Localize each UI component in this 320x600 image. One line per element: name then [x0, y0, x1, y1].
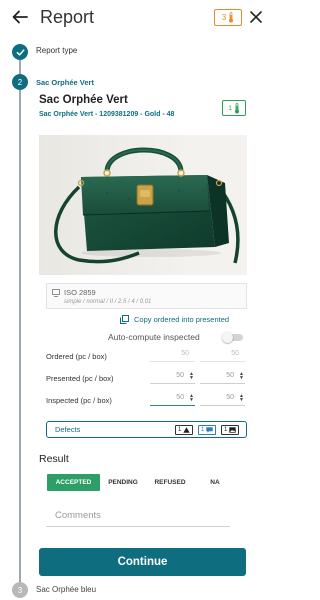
defect-image-button[interactable]: 1 — [221, 425, 239, 435]
step-2-marker: 2 — [12, 74, 28, 90]
thermometer-icon — [234, 102, 239, 113]
ordered-label: Ordered (pc / box) — [46, 352, 107, 361]
iso-title: ISO 2859 — [64, 288, 96, 297]
comment-icon — [206, 427, 213, 433]
warning-triangle-icon — [183, 427, 190, 433]
step-3-marker: 3 — [12, 582, 28, 598]
product-badge-count: 1 — [228, 104, 232, 112]
copy-ordered-button[interactable]: Copy ordered into presented — [120, 313, 229, 325]
sampling-icon — [52, 289, 60, 297]
result-na-label: NA — [210, 479, 220, 486]
step-1-label[interactable]: Report type — [36, 46, 77, 55]
continue-label: Continue — [117, 556, 168, 568]
defect-warning-button[interactable]: 1 — [175, 425, 193, 435]
stepper-line — [19, 90, 21, 582]
presented-box-value: 50 — [226, 372, 234, 379]
temperature-badge-count: 3 — [221, 13, 227, 22]
step-1-done-marker — [12, 44, 28, 60]
inspected-box-field[interactable]: 50 ▲ ▼ — [200, 394, 245, 406]
step-2-number: 2 — [17, 77, 23, 87]
step-2-label[interactable]: Sac Orphée Vert — [36, 78, 94, 87]
iso-details: simple / normal / II / 2.5 / 4 / 0.01 — [64, 299, 152, 305]
inspected-label: Inspected (pc / box) — [46, 396, 112, 405]
presented-label: Presented (pc / box) — [46, 374, 114, 383]
result-accepted-label: ACCEPTED — [55, 479, 92, 486]
result-refused-label: REFUSED — [154, 479, 186, 486]
comments-field[interactable]: Comments — [46, 501, 230, 527]
ordered-box-field: 50 — [200, 350, 245, 362]
stepper-arrows-icon[interactable]: ▲ ▼ — [189, 394, 194, 403]
result-na-button[interactable]: NA — [202, 474, 228, 491]
temperature-badge[interactable]: 3 — [214, 9, 242, 26]
defect-warning-count: 1 — [178, 427, 182, 433]
toggle-knob — [222, 332, 233, 343]
close-icon[interactable] — [249, 10, 263, 24]
defects-bar[interactable]: Defects 1 1 1 — [46, 421, 247, 438]
continue-button[interactable]: Continue — [39, 548, 246, 576]
auto-compute-label: Auto-compute inspected — [108, 332, 200, 342]
result-pending-button[interactable]: PENDING — [103, 474, 143, 491]
iso-sampling-box: ISO 2859 simple / normal / II / 2.5 / 4 … — [46, 283, 247, 309]
result-pending-label: PENDING — [108, 479, 138, 486]
thermometer-icon — [229, 12, 234, 23]
product-temperature-badge[interactable]: 1 — [222, 100, 246, 116]
result-refused-button[interactable]: REFUSED — [149, 474, 191, 491]
stepper-arrows-icon[interactable]: ▲ ▼ — [239, 372, 244, 381]
presented-box-field[interactable]: 50 ▲ ▼ — [200, 372, 245, 384]
green-handbag-image — [39, 135, 247, 275]
copy-ordered-label: Copy ordered into presented — [134, 314, 230, 324]
ordered-box-value: 50 — [231, 350, 239, 357]
product-title: Sac Orphée Vert — [39, 94, 128, 106]
result-accepted-button[interactable]: ACCEPTED — [47, 474, 100, 491]
stepper-arrows-icon[interactable]: ▲ ▼ — [189, 372, 194, 381]
ordered-pc-field: 50 — [150, 350, 195, 362]
ordered-pc-value: 50 — [181, 350, 189, 357]
inspected-box-value: 50 — [226, 394, 234, 401]
page-title: Report — [40, 7, 95, 27]
step-3-label[interactable]: Sac Orphée bleu — [36, 585, 96, 594]
product-subtitle: Sac Orphée Vert - 1209381209 - Gold - 48 — [39, 111, 175, 118]
app-header: Report 3 — [0, 0, 275, 36]
copy-icon — [120, 314, 129, 324]
auto-compute-toggle[interactable] — [222, 332, 244, 343]
step-3-number: 3 — [17, 585, 23, 595]
inspected-pc-value: 50 — [176, 394, 184, 401]
defect-image-count: 1 — [224, 427, 228, 433]
result-title: Result — [39, 453, 69, 465]
defect-comment-button[interactable]: 1 — [198, 425, 216, 435]
product-image — [39, 135, 247, 275]
presented-pc-value: 50 — [176, 372, 184, 379]
defects-label: Defects — [55, 425, 81, 434]
stepper-arrows-icon[interactable]: ▲ ▼ — [239, 394, 244, 403]
defect-comment-count: 1 — [201, 427, 205, 433]
presented-pc-field[interactable]: 50 ▲ ▼ — [150, 372, 195, 384]
checkmark-icon — [16, 48, 24, 56]
comments-placeholder: Comments — [55, 510, 101, 521]
image-icon — [229, 427, 236, 433]
arrow-left-icon[interactable] — [11, 8, 29, 26]
inspected-pc-field[interactable]: 50 ▲ ▼ — [150, 394, 195, 406]
stepper-line — [19, 60, 21, 74]
